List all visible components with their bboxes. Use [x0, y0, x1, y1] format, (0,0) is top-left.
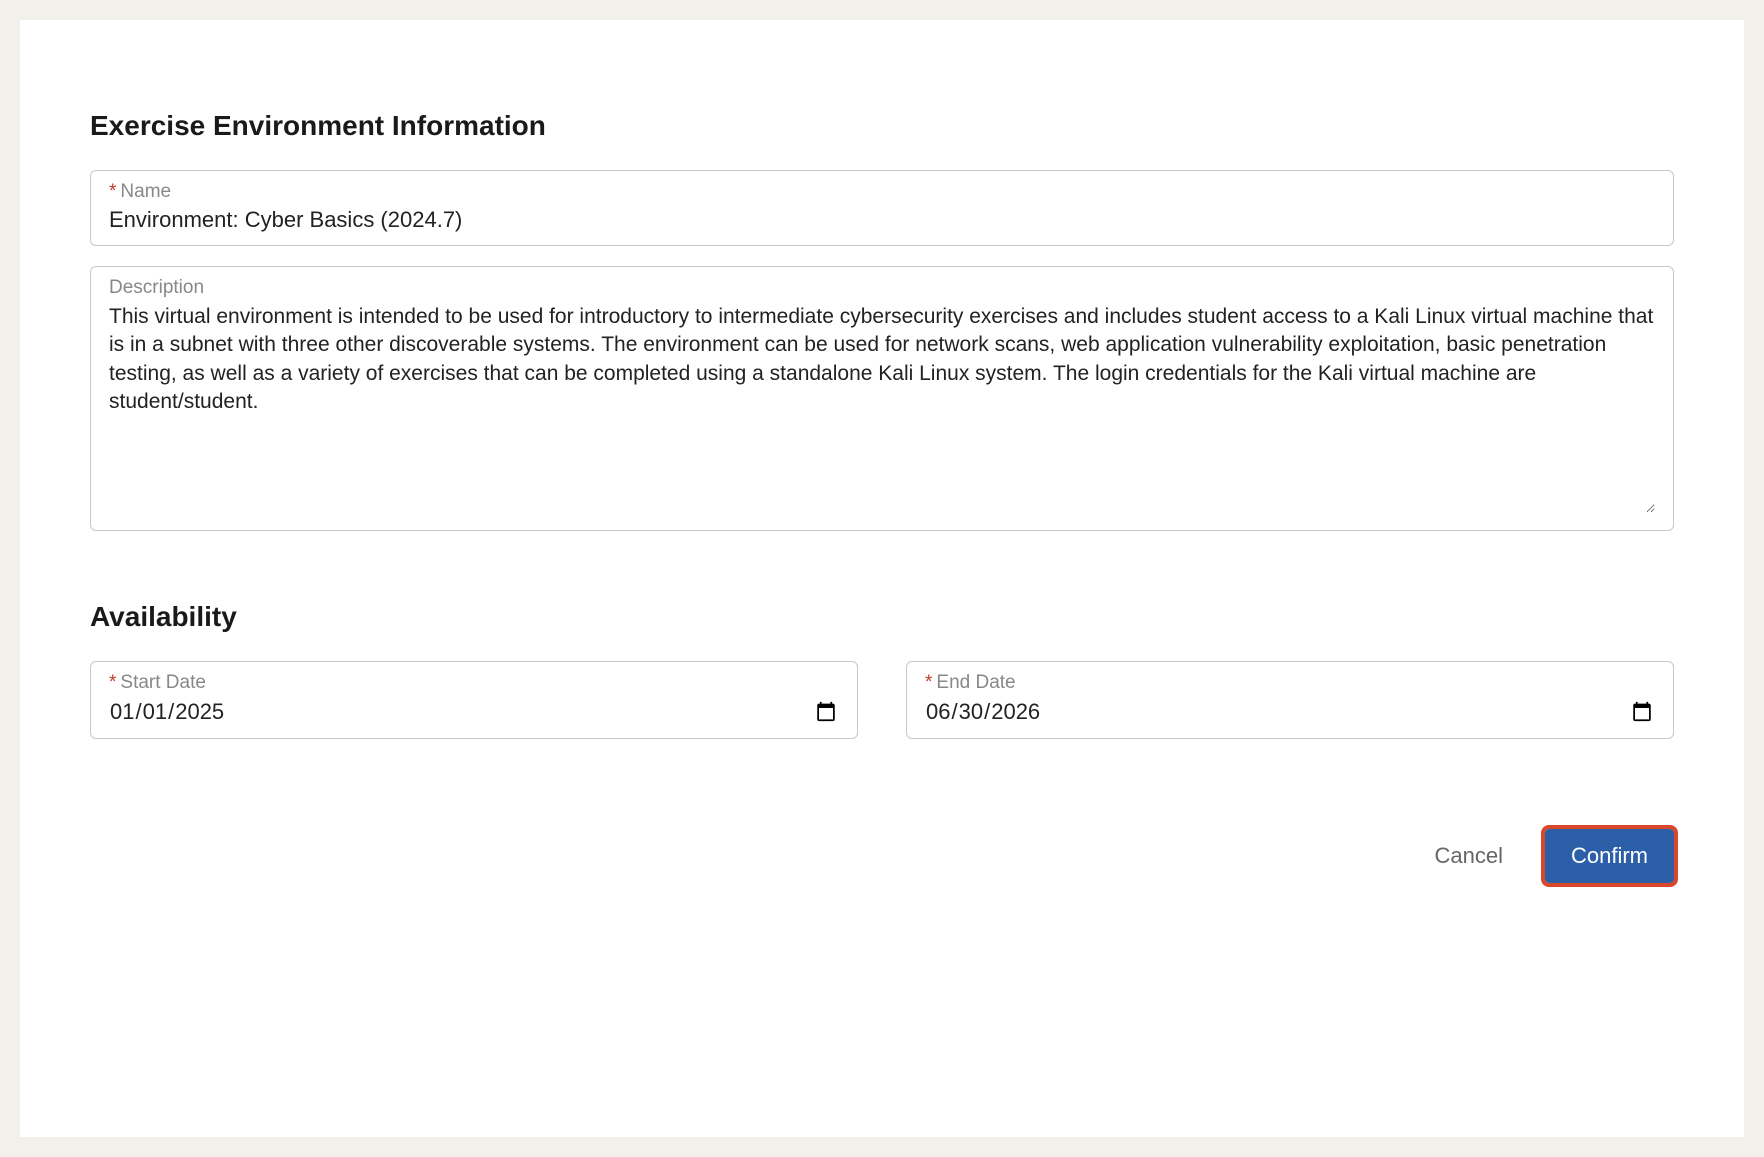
start-date-label-text: Start Date — [120, 672, 206, 693]
form-panel: Exercise Environment Information *Name D… — [20, 20, 1744, 1137]
start-date-label: *Start Date — [109, 672, 839, 694]
end-date-field-box[interactable]: *End Date — [906, 661, 1674, 739]
required-star-icon: * — [925, 672, 932, 693]
start-date-field-box[interactable]: *Start Date — [90, 661, 858, 739]
end-date-label: *End Date — [925, 672, 1655, 694]
environment-section-title: Exercise Environment Information — [90, 110, 1674, 142]
end-date-label-text: End Date — [936, 672, 1015, 693]
confirm-button[interactable]: Confirm — [1545, 829, 1674, 883]
required-star-icon: * — [109, 181, 116, 202]
date-row: *Start Date *End Date — [90, 661, 1674, 759]
required-star-icon: * — [109, 672, 116, 693]
description-field-box[interactable]: Description — [90, 266, 1674, 531]
name-label: *Name — [109, 181, 1655, 203]
description-textarea[interactable] — [109, 303, 1655, 513]
name-label-text: Name — [120, 181, 171, 202]
end-date-input[interactable] — [925, 698, 1655, 726]
button-row: Cancel Confirm — [90, 829, 1674, 883]
availability-section-title: Availability — [90, 601, 1674, 633]
cancel-button[interactable]: Cancel — [1423, 835, 1515, 877]
start-date-input[interactable] — [109, 698, 839, 726]
name-input[interactable] — [109, 207, 1655, 233]
name-field-box[interactable]: *Name — [90, 170, 1674, 246]
description-label: Description — [109, 277, 1655, 299]
